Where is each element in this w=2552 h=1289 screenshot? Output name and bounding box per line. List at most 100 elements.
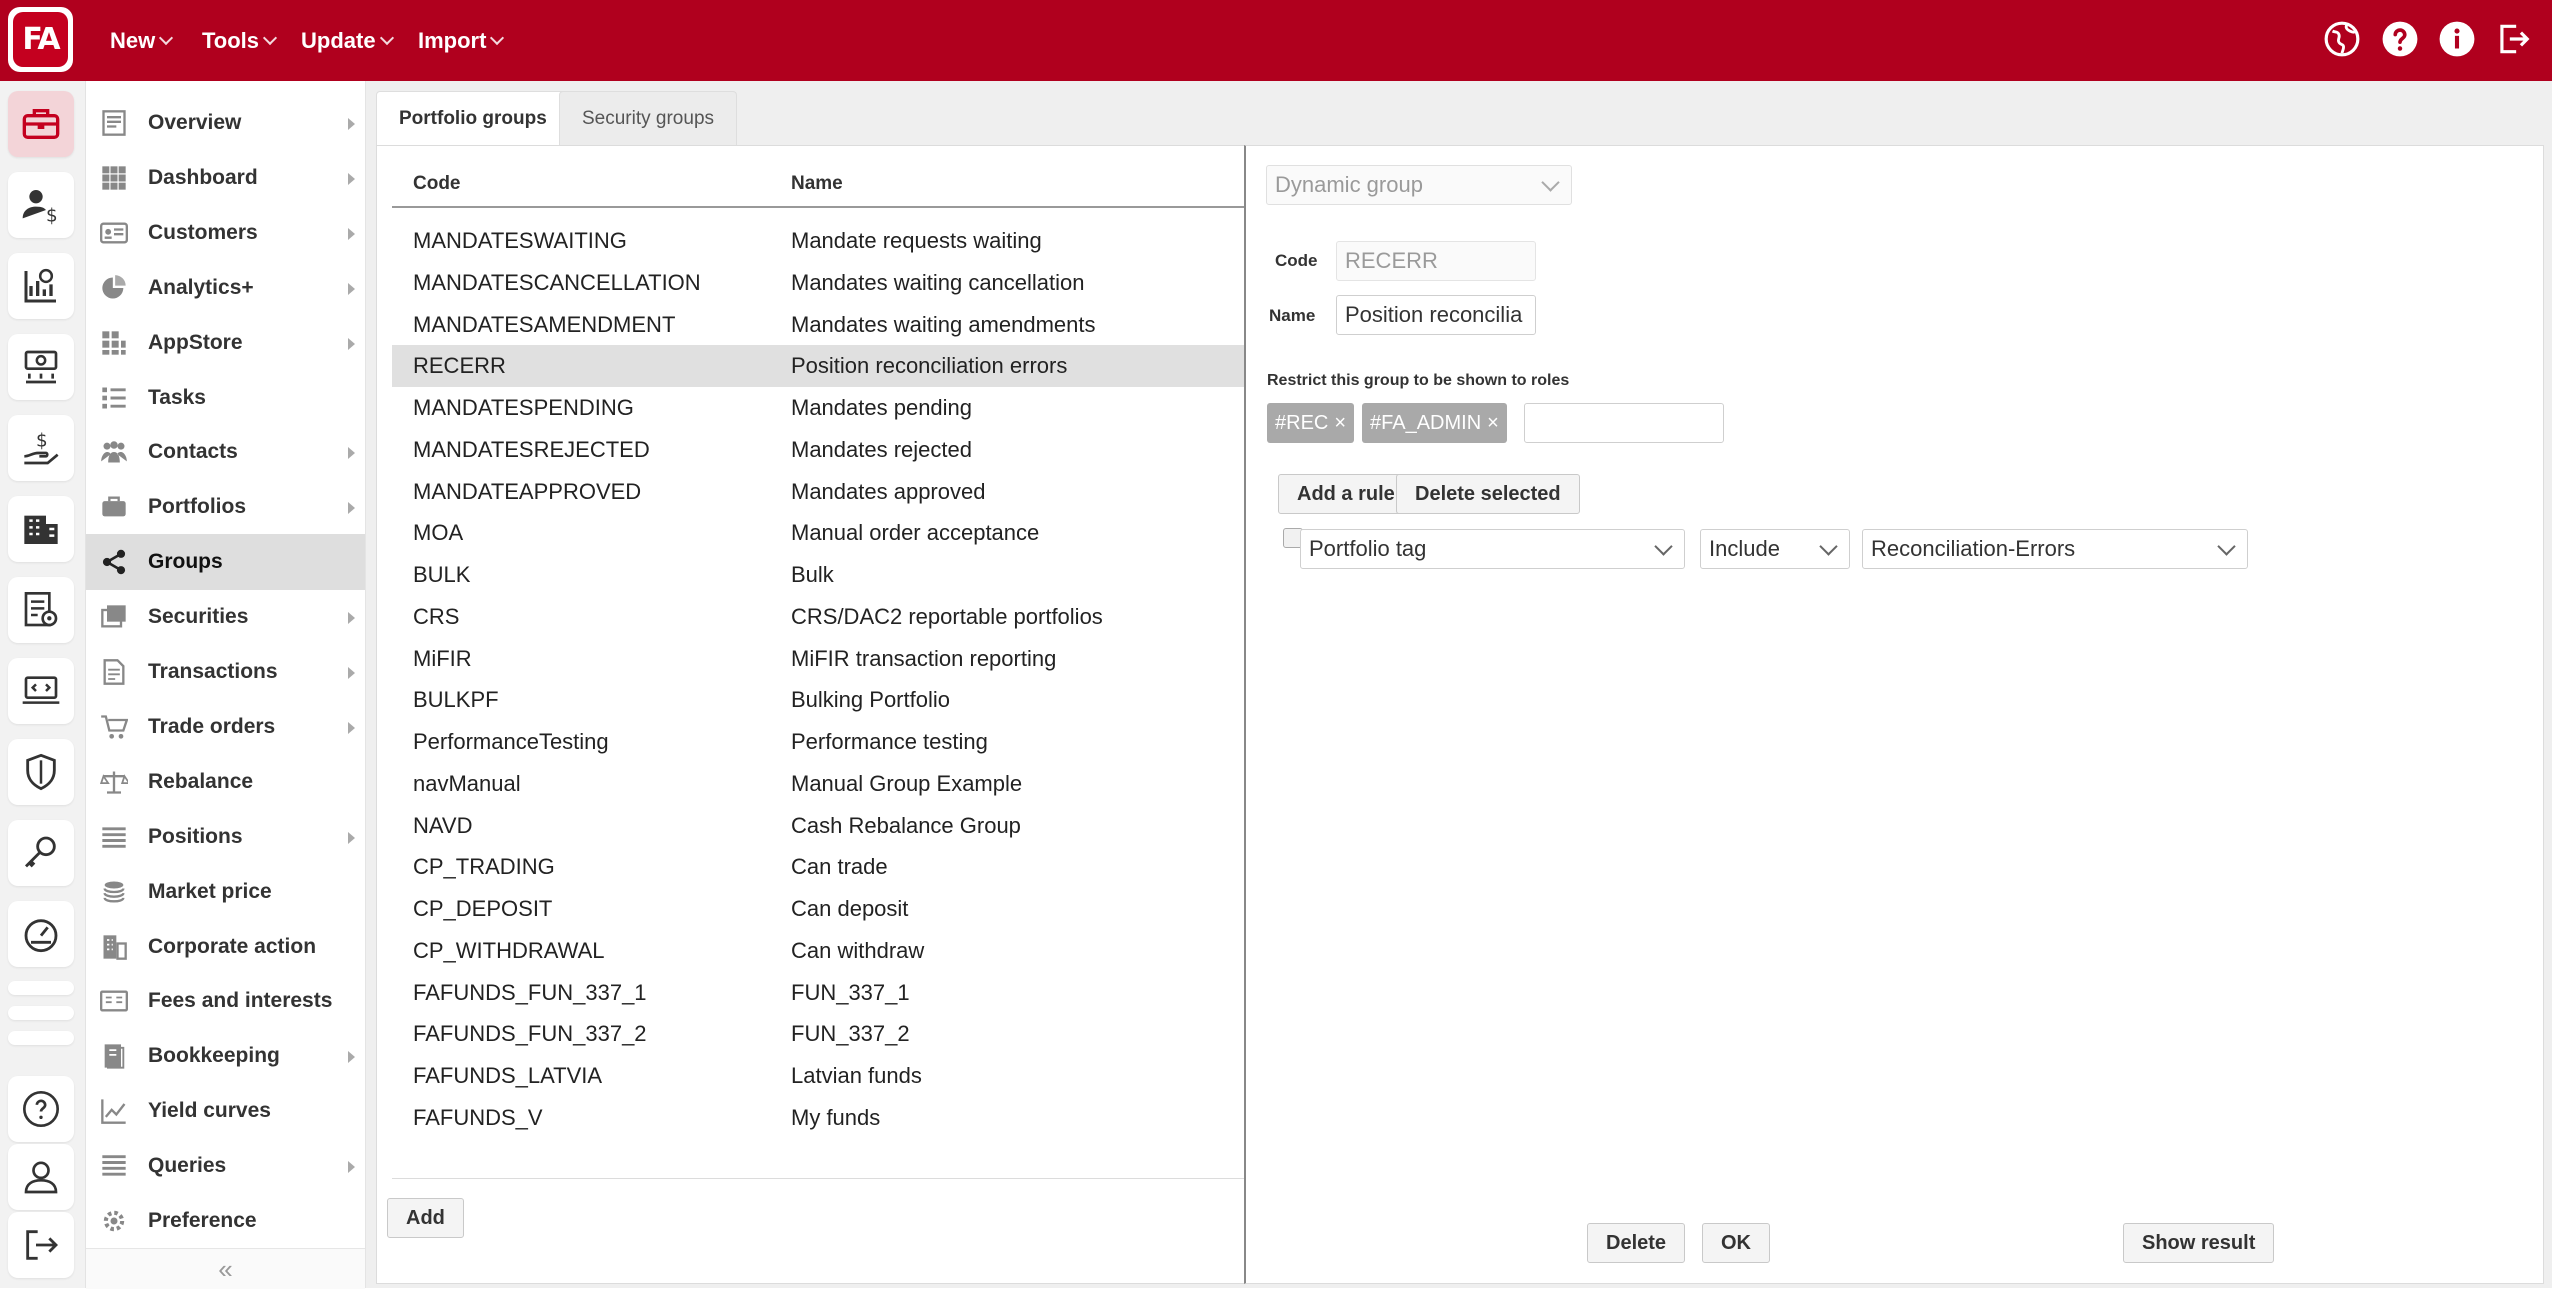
rail-document-settings[interactable] [8, 577, 74, 643]
rail-user[interactable] [8, 1144, 74, 1210]
sidebar-item-trade-orders[interactable]: Trade orders [86, 699, 365, 755]
menu-tools[interactable]: Tools [202, 0, 278, 81]
chevron-right-icon[interactable] [348, 721, 355, 734]
fa-logo[interactable]: FA [8, 7, 73, 72]
sidebar-item-corporate-action[interactable]: Corporate action [86, 919, 365, 975]
table-row[interactable]: NAVD Cash Rebalance Group [392, 805, 1247, 847]
sidebar-item-rebalance[interactable]: Rebalance [86, 754, 365, 810]
table-row[interactable]: BULKPF Bulking Portfolio [392, 679, 1247, 721]
sidebar-item-market-price[interactable]: Market price [86, 864, 365, 920]
remove-role-icon[interactable]: × [1487, 412, 1499, 434]
table-row[interactable]: BULK Bulk [392, 554, 1247, 596]
show-result-button[interactable]: Show result [2123, 1223, 2275, 1263]
remove-role-icon[interactable]: × [1334, 412, 1346, 434]
menu-update[interactable]: Update [301, 0, 394, 81]
rail-speedometer[interactable] [8, 901, 74, 967]
table-row[interactable]: CRS CRS/DAC2 reportable portfolios [392, 596, 1247, 638]
sidebar-item-positions[interactable]: Positions [86, 809, 365, 865]
rail-shield[interactable] [8, 739, 74, 805]
table-row[interactable]: MANDATESCANCELLATION Mandates waiting can… [392, 262, 1247, 304]
sidebar-item-securities[interactable]: Securities [86, 589, 365, 645]
table-row[interactable]: MOA Manual order acceptance [392, 512, 1247, 554]
sidebar-item-groups[interactable]: Groups [86, 534, 365, 591]
menu-import[interactable]: Import [418, 0, 505, 81]
table-row[interactable]: FAFUNDS_FUN_337_2 FUN_337_2 [392, 1013, 1247, 1055]
table-row[interactable]: CP_DEPOSIT Can deposit [392, 888, 1247, 930]
roles-input[interactable] [1524, 403, 1724, 443]
sidebar-item-tasks[interactable]: Tasks [86, 370, 365, 426]
help-icon[interactable] [2381, 20, 2419, 58]
rail-analytics[interactable] [8, 253, 74, 319]
collapse-sidebar-button[interactable]: « [86, 1248, 365, 1289]
rail-help[interactable] [8, 1076, 74, 1142]
chevron-right-icon[interactable] [348, 227, 355, 240]
sidebar-item-yield-curves[interactable]: Yield curves [86, 1083, 365, 1139]
add-group-button[interactable]: Add [387, 1198, 464, 1238]
name-field[interactable]: Position reconcilia [1336, 295, 1536, 335]
sidebar-item-portfolios[interactable]: Portfolios [86, 479, 365, 535]
code-field[interactable]: RECERR [1336, 241, 1536, 281]
table-row[interactable]: MiFIR MiFIR transaction reporting [392, 638, 1247, 680]
table-row[interactable]: RECERR Position reconciliation errors [392, 345, 1247, 388]
rule-field-select[interactable]: Portfolio tag [1300, 529, 1685, 569]
sidebar-item-contacts[interactable]: Contacts [86, 424, 365, 480]
info-icon[interactable] [2438, 20, 2476, 58]
table-row[interactable]: MANDATESPENDING Mandates pending [392, 387, 1247, 429]
column-header-name[interactable]: Name [791, 162, 843, 206]
logout-icon[interactable] [2494, 20, 2532, 58]
sidebar-item-appstore[interactable]: AppStore [86, 315, 365, 371]
ok-button[interactable]: OK [1702, 1223, 1770, 1263]
rail-laptop-code[interactable] [8, 658, 74, 724]
sidebar-item-overview[interactable]: Overview [86, 95, 365, 151]
chevron-right-icon[interactable] [348, 667, 355, 679]
chevron-right-icon[interactable] [348, 172, 355, 185]
delete-selected-button[interactable]: Delete selected [1396, 474, 1580, 514]
chevron-right-icon[interactable] [348, 118, 355, 130]
chevron-right-icon[interactable] [348, 447, 355, 460]
rail-payment[interactable]: $ [8, 415, 74, 481]
table-row[interactable]: MANDATESREJECTED Mandates rejected [392, 429, 1247, 471]
rail-sign-out[interactable] [8, 1212, 74, 1278]
chevron-right-icon[interactable] [348, 502, 355, 515]
sidebar-item-dashboard[interactable]: Dashboard [86, 150, 365, 206]
column-header-code[interactable]: Code [413, 162, 461, 206]
rail-item-stub[interactable] [8, 1006, 74, 1020]
rail-key[interactable] [8, 820, 74, 886]
table-row[interactable]: CP_TRADING Can trade [392, 846, 1247, 888]
menu-new[interactable]: New [110, 0, 174, 81]
rail-cash-flow[interactable] [8, 334, 74, 400]
table-row[interactable]: FAFUNDS_FUN_337_1 FUN_337_1 [392, 972, 1247, 1014]
sidebar-item-bookkeeping[interactable]: Bookkeeping [86, 1028, 365, 1084]
table-row[interactable]: PerformanceTesting Performance testing [392, 721, 1247, 763]
chevron-right-icon[interactable] [348, 1161, 355, 1174]
sidebar-item-fees-and-interests[interactable]: Fees and interests [86, 973, 365, 1029]
table-row[interactable]: FAFUNDS_LATVIA Latvian funds [392, 1055, 1247, 1097]
chevron-right-icon[interactable] [348, 612, 355, 625]
sidebar-item-queries[interactable]: Queries [86, 1138, 365, 1194]
table-row[interactable]: MANDATESAMENDMENT Mandates waiting amendm… [392, 304, 1247, 346]
rule-value-select[interactable]: Reconciliation-Errors [1862, 529, 2248, 569]
sidebar-item-customers[interactable]: Customers [86, 205, 365, 261]
globe-icon[interactable] [2323, 20, 2361, 58]
rail-item-stub[interactable] [8, 1031, 74, 1045]
rail-customers[interactable]: $ [8, 172, 74, 238]
delete-button[interactable]: Delete [1587, 1223, 1686, 1263]
rail-briefcase[interactable] [8, 91, 74, 157]
chevron-right-icon[interactable] [348, 337, 355, 350]
rail-item-stub[interactable] [8, 981, 74, 995]
rail-building[interactable] [8, 496, 74, 562]
table-row[interactable]: CP_WITHDRAWAL Can withdraw [392, 930, 1247, 972]
tab-security-groups[interactable]: Security groups [559, 91, 738, 146]
table-row[interactable]: navManual Manual Group Example [392, 763, 1247, 805]
add-rule-button[interactable]: Add a rule [1278, 474, 1414, 514]
sidebar-item-analytics[interactable]: Analytics+ [86, 260, 365, 316]
table-row[interactable]: FAFUNDS_V My funds [392, 1097, 1247, 1139]
chevron-right-icon[interactable] [348, 831, 355, 844]
table-row[interactable]: MANDATESWAITING Mandate requests waiting [392, 220, 1247, 262]
table-row[interactable]: MANDATEAPPROVED Mandates approved [392, 471, 1247, 513]
chevron-right-icon[interactable] [348, 1051, 355, 1064]
tab-portfolio-groups[interactable]: Portfolio groups [376, 91, 570, 146]
sidebar-item-transactions[interactable]: Transactions [86, 644, 365, 700]
group-type-select[interactable]: Dynamic group [1266, 165, 1572, 205]
chevron-right-icon[interactable] [348, 282, 355, 295]
